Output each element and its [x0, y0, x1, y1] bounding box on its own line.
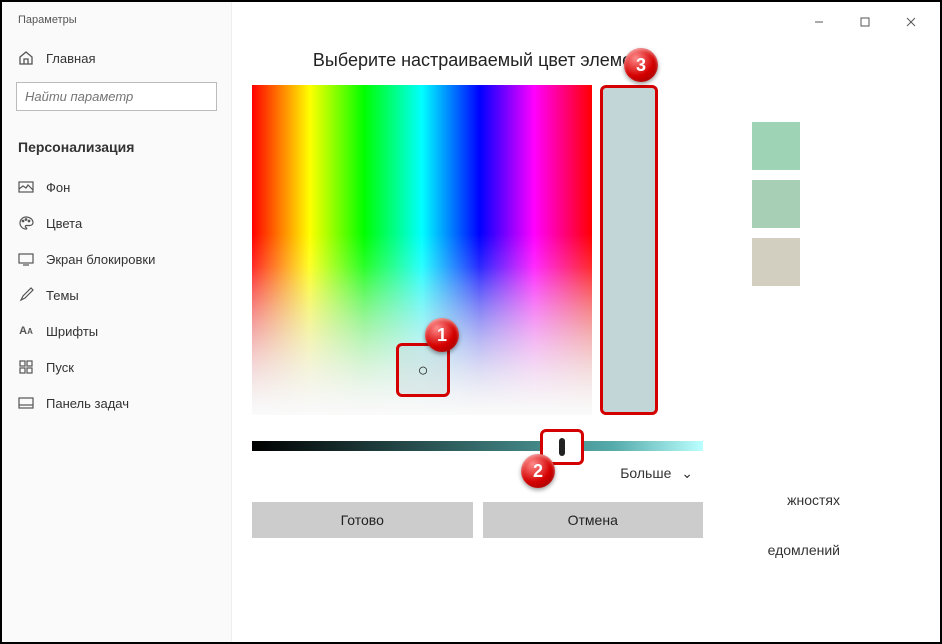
titlebar: [790, 2, 940, 42]
taskbar-icon: [18, 395, 34, 411]
sidebar-item-taskbar[interactable]: Панель задач: [2, 385, 231, 421]
font-icon: AA: [18, 323, 34, 339]
swatch[interactable]: [752, 238, 800, 286]
color-preview: [600, 85, 658, 415]
palette-icon: [18, 215, 34, 231]
sidebar-item-label: Экран блокировки: [46, 252, 155, 267]
background-text-fragment: едомлений: [768, 542, 840, 558]
sidebar-item-label: Темы: [46, 288, 79, 303]
sidebar-item-label: Цвета: [46, 216, 82, 231]
nav-home[interactable]: Главная: [2, 40, 231, 76]
minimize-button[interactable]: [798, 8, 840, 36]
sidebar-item-start[interactable]: Пуск: [2, 349, 231, 385]
background-text-fragment: жностях: [787, 492, 840, 508]
nav-home-label: Главная: [46, 51, 95, 66]
sidebar-item-fonts[interactable]: AA Шрифты: [2, 313, 231, 349]
annotation-bubble-2: 2: [521, 454, 555, 488]
more-toggle[interactable]: Больше ⌄: [620, 465, 693, 481]
swatch[interactable]: [752, 122, 800, 170]
more-label: Больше: [620, 465, 671, 481]
brush-icon: [18, 287, 34, 303]
chevron-down-icon: ⌄: [681, 465, 693, 481]
sidebar-item-label: Панель задач: [46, 396, 129, 411]
picture-icon: [18, 179, 34, 195]
sidebar-item-colors[interactable]: Цвета: [2, 205, 231, 241]
annotation-bubble-3: 3: [624, 48, 658, 82]
sidebar-item-label: Пуск: [46, 360, 74, 375]
cancel-button[interactable]: Отмена: [483, 502, 704, 538]
sidebar-item-background[interactable]: Фон: [2, 169, 231, 205]
color-picker-dialog: Выберите настраиваемый цвет элемен ○ Бол…: [240, 42, 715, 548]
search-box[interactable]: [16, 82, 217, 111]
section-header: Персонализация: [2, 129, 231, 169]
start-icon: [18, 359, 34, 375]
color-field[interactable]: ○: [252, 85, 592, 415]
sidebar: Параметры Главная Персонализация Фон Цве…: [2, 2, 232, 642]
swatch[interactable]: [752, 180, 800, 228]
color-swatches: [752, 122, 800, 286]
crosshair-icon: ○: [418, 360, 429, 381]
ok-button[interactable]: Готово: [252, 502, 473, 538]
close-button[interactable]: [890, 8, 932, 36]
sidebar-item-lockscreen[interactable]: Экран блокировки: [2, 241, 231, 277]
annotation-bubble-1: 1: [425, 318, 459, 352]
sidebar-item-label: Шрифты: [46, 324, 98, 339]
search-input[interactable]: [16, 82, 217, 111]
home-icon: [18, 50, 34, 66]
value-slider[interactable]: [252, 441, 703, 451]
monitor-icon: [18, 251, 34, 267]
sidebar-item-themes[interactable]: Темы: [2, 277, 231, 313]
maximize-button[interactable]: [844, 8, 886, 36]
sidebar-item-label: Фон: [46, 180, 70, 195]
slider-handle-icon: [559, 438, 565, 456]
window-title: Параметры: [2, 14, 231, 40]
